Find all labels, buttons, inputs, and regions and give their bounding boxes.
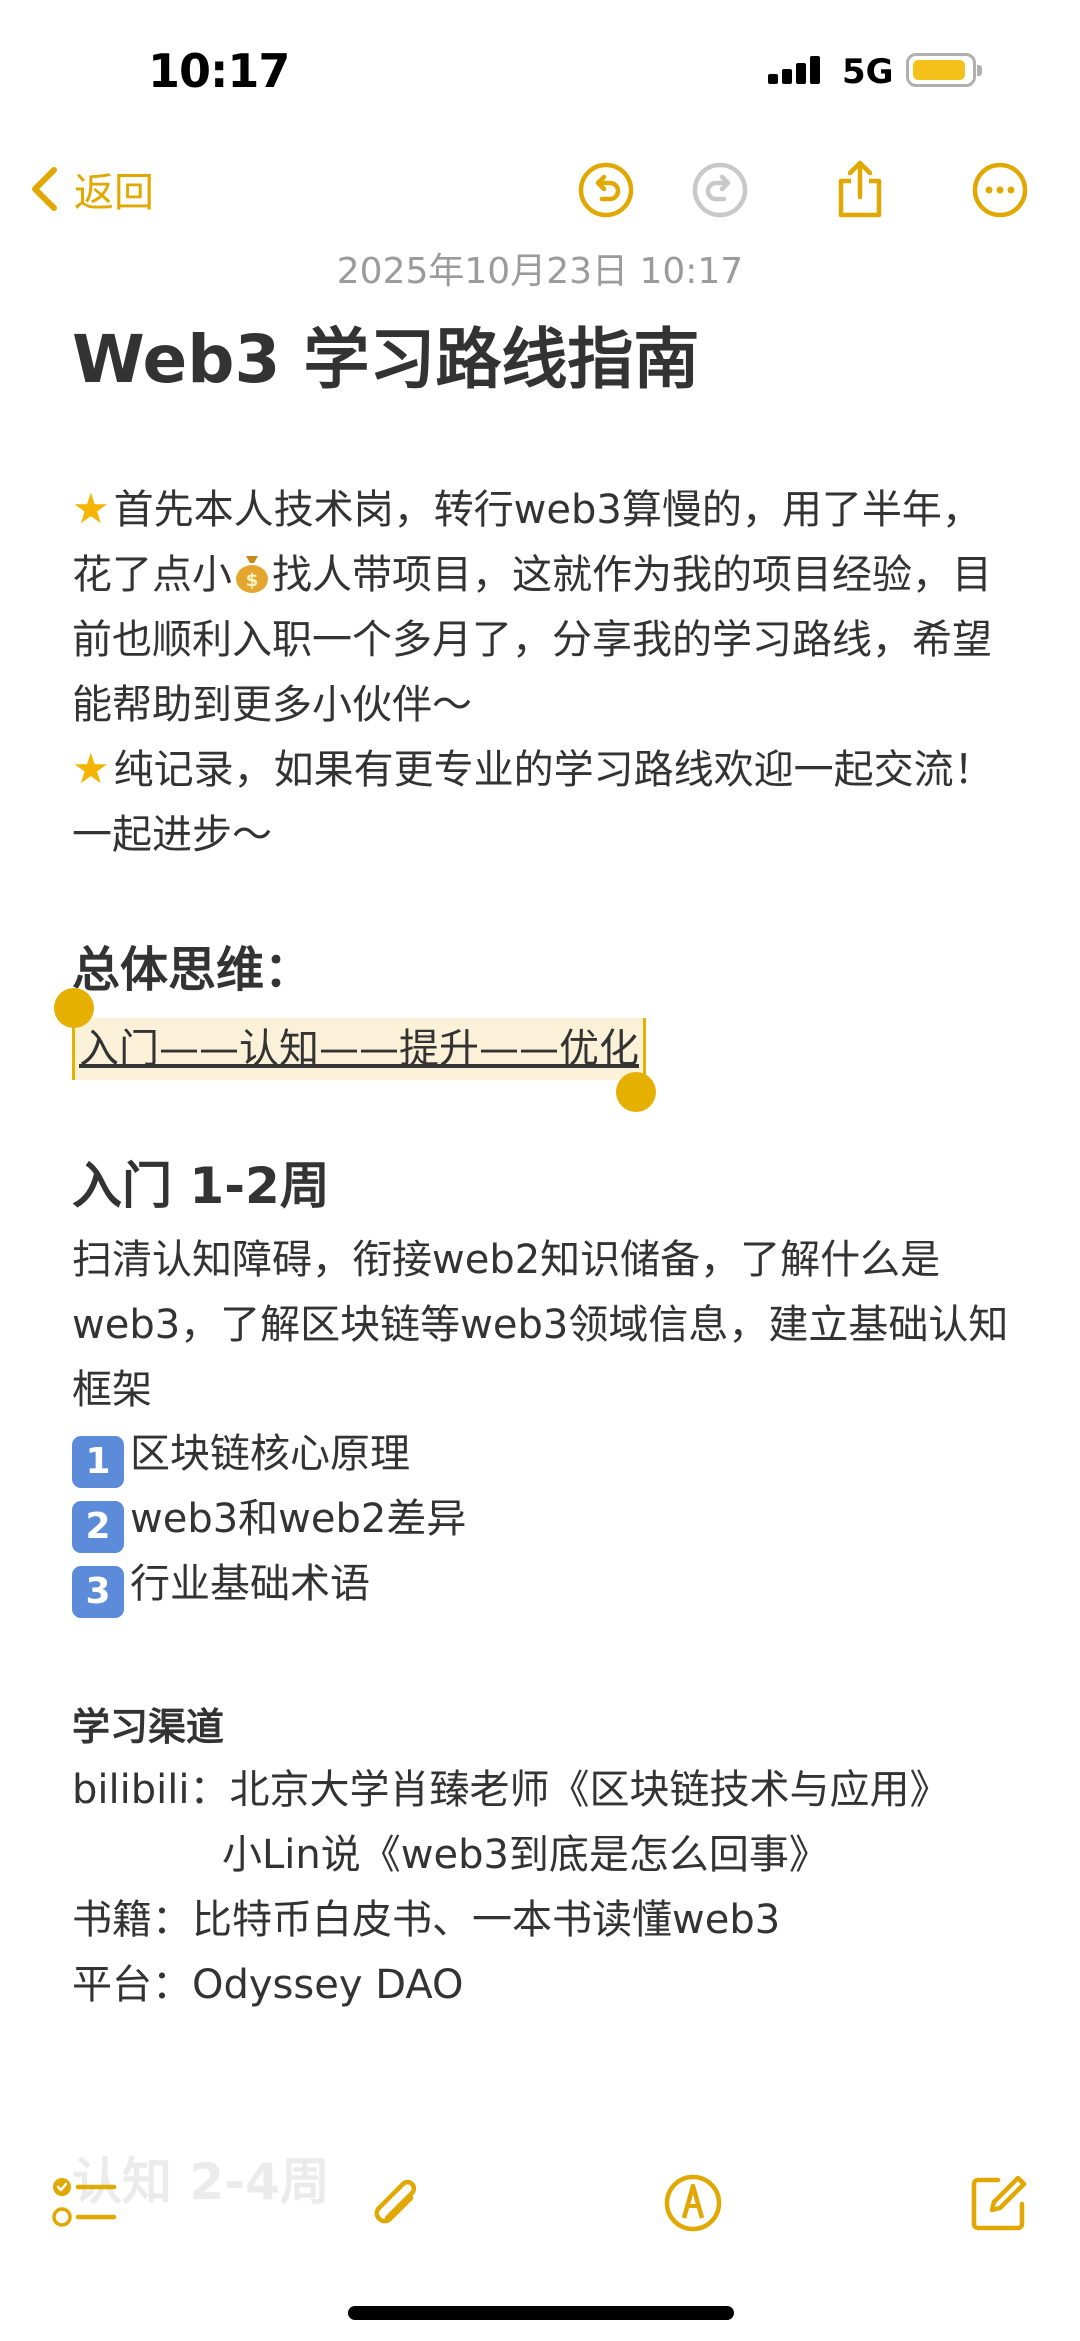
channel-value: 比特币白皮书、一本书读懂web3	[192, 1897, 781, 1943]
status-time: 10:17	[148, 44, 290, 98]
back-button[interactable]: 返回	[30, 160, 154, 218]
selection-end-handle[interactable]	[616, 1072, 656, 1112]
number-badge: 1	[72, 1436, 124, 1488]
notes-screen: 10:17 5G 返回 2025年10月23日 10:17 Web3 学习路线指…	[0, 0, 1080, 2341]
compose-icon	[971, 2175, 1027, 2231]
heading-overall[interactable]: 总体思维：	[72, 930, 312, 1000]
attachment-button[interactable]	[362, 2170, 428, 2236]
chevron-left-icon	[32, 167, 57, 211]
list-item[interactable]: 2 web3和web2差异	[72, 1487, 1012, 1553]
home-indicator[interactable]	[348, 2306, 734, 2320]
channel-row[interactable]: 平台：Odyssey DAO	[72, 1953, 1012, 2018]
checklist-icon	[52, 2178, 117, 2227]
network-type: 5G	[842, 52, 894, 92]
checklist-button[interactable]	[52, 2170, 118, 2236]
intro-paragraph-1[interactable]: ★ 首先本人技术岗，转行web3算慢的，用了半年，花了点小 $ 找人带项目，这就作为我…	[72, 476, 1012, 738]
share-button[interactable]	[830, 160, 890, 220]
paperclip-icon	[374, 2179, 417, 2224]
channel-value: Odyssey DAO	[192, 1962, 464, 2008]
star-icon: ★	[72, 484, 110, 533]
channel-label: 平台：	[72, 1962, 192, 2008]
redo-button[interactable]	[690, 160, 750, 220]
channel-label: 书籍：	[72, 1897, 192, 1943]
channel-row[interactable]: 小Lin说《web3到底是怎么回事》	[222, 1823, 1022, 1888]
cellular-signal-icon	[768, 56, 824, 84]
pen-markup-icon	[664, 2174, 722, 2232]
selection-start-handle[interactable]	[54, 988, 94, 1028]
more-icon	[972, 162, 1028, 218]
share-icon	[838, 160, 882, 218]
undo-button[interactable]	[576, 160, 636, 220]
note-date: 2025年10月23日 10:17	[336, 251, 744, 292]
channel-row[interactable]: bilibili：北京大学肖臻老师《区块链技术与应用》	[72, 1758, 1012, 1823]
intro-stage-description[interactable]: 扫清认知障碍，衔接web2知识储备，了解什么是web3，了解区块链等web3领域…	[72, 1228, 1012, 1423]
list-item[interactable]: 3 行业基础术语	[72, 1552, 1012, 1618]
number-badge: 2	[72, 1501, 124, 1553]
heading-intro-stage[interactable]: 入门 1-2周	[72, 1146, 330, 1218]
intro-paragraph-2[interactable]: ★ 纯记录，如果有更专业的学习路线欢迎一起交流！一起进步～	[72, 736, 1012, 868]
svg-text:$: $	[246, 570, 259, 591]
list-item[interactable]: 1 区块链核心原理	[72, 1422, 1012, 1488]
channel-value: 小Lin说《web3到底是怎么回事》	[222, 1832, 829, 1878]
more-button[interactable]	[970, 160, 1030, 220]
battery-icon	[906, 53, 982, 87]
channel-value: 北京大学肖臻老师《区块链技术与应用》	[229, 1767, 950, 1813]
markup-button[interactable]	[660, 2170, 726, 2236]
note-title[interactable]: Web3 学习路线指南	[72, 306, 699, 402]
channel-label: bilibili：	[72, 1767, 230, 1813]
heading-channels[interactable]: 学习渠道	[72, 1696, 224, 1751]
selected-text[interactable]: 入门——认知——提升——优化	[72, 1018, 646, 1080]
number-badge: 3	[72, 1566, 124, 1618]
money-bag-icon: $	[236, 556, 268, 593]
channel-row[interactable]: 书籍：比特币白皮书、一本书读懂web3	[72, 1888, 1012, 1953]
star-icon: ★	[72, 744, 110, 793]
undo-icon	[578, 162, 634, 218]
compose-button[interactable]	[966, 2170, 1032, 2236]
redo-icon	[692, 162, 748, 218]
back-label: 返回	[74, 170, 154, 216]
